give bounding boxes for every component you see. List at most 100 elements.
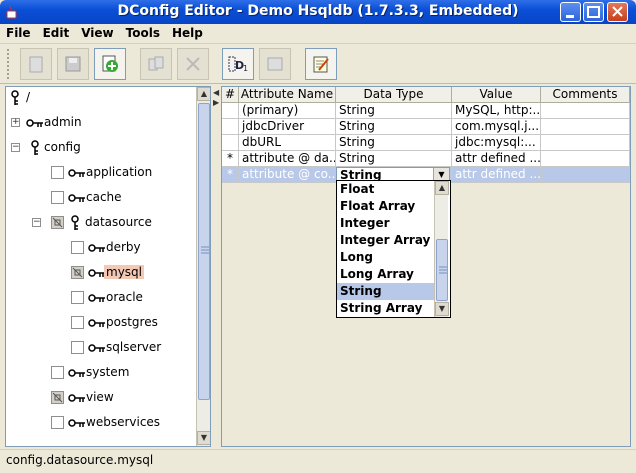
title-bar[interactable]: DConfig Editor - Demo Hsqldb (1.7.3.3, E…	[0, 0, 636, 24]
node-checkbox[interactable]	[51, 216, 64, 229]
key-horizontal-icon	[88, 319, 105, 327]
column-header[interactable]: Value	[452, 87, 541, 103]
tree-item-mysql[interactable]: mysql	[6, 262, 198, 284]
value-cell[interactable]: attr defined ...	[452, 151, 541, 167]
scroll-up-icon[interactable]: ▲	[197, 87, 210, 101]
save-button[interactable]	[57, 48, 89, 80]
scroll-down-icon[interactable]: ▼	[197, 431, 210, 445]
node-checkbox[interactable]	[71, 341, 84, 354]
node-checkbox[interactable]	[71, 316, 84, 329]
table-row[interactable]: * attribute @ da... String attr defined …	[222, 151, 630, 167]
table-row[interactable]: (primary) String MySQL, http:...	[222, 103, 630, 119]
value-cell[interactable]: MySQL, http:...	[452, 103, 541, 119]
tree-item-cache[interactable]: cache	[6, 187, 198, 209]
tree-item-datasource[interactable]: − datasource	[6, 212, 198, 234]
attribute-name-cell[interactable]: jdbcDriver	[239, 119, 336, 135]
tree-item-system[interactable]: system	[6, 362, 198, 384]
expand-icon[interactable]: +	[11, 118, 20, 127]
scroll-up-icon[interactable]: ▲	[435, 181, 449, 195]
dropdown-scrollbar[interactable]: ▲ ▼	[434, 181, 449, 317]
edit-note-button[interactable]	[305, 48, 337, 80]
d1-button[interactable]: D1	[222, 48, 254, 80]
node-checkbox[interactable]	[71, 291, 84, 304]
table-row[interactable]: dbURL String jdbc:mysql:...	[222, 135, 630, 151]
table-row[interactable]: jdbcDriver String com.mysql.j...	[222, 119, 630, 135]
dropdown-option[interactable]: Integer Array	[337, 232, 434, 249]
attribute-name-cell[interactable]: (primary)	[239, 103, 336, 119]
scroll-thumb[interactable]	[198, 103, 210, 400]
data-type-cell[interactable]: String	[336, 151, 452, 167]
comments-cell[interactable]	[541, 151, 630, 167]
toolbar-grip[interactable]	[6, 48, 10, 80]
node-checkbox[interactable]	[71, 241, 84, 254]
tree-root[interactable]: /	[6, 87, 198, 109]
expand-right-icon[interactable]: ▶	[213, 98, 219, 107]
comments-cell[interactable]	[541, 135, 630, 151]
tree-item-sqlserver[interactable]: sqlserver	[6, 337, 198, 359]
value-cell[interactable]: jdbc:mysql:...	[452, 135, 541, 151]
menu-view[interactable]: View	[75, 24, 119, 40]
menu-tools[interactable]: Tools	[120, 24, 166, 40]
comments-cell[interactable]	[541, 103, 630, 119]
column-header[interactable]: Comments	[541, 87, 630, 103]
new-button[interactable]	[20, 48, 52, 80]
menu-file[interactable]: File	[0, 24, 37, 40]
node-checkbox[interactable]	[51, 366, 64, 379]
minimize-button[interactable]	[560, 2, 581, 22]
attribute-name-cell[interactable]: attribute @ da...	[239, 151, 336, 167]
tree-item-config[interactable]: − config	[6, 137, 198, 159]
tree-item-application[interactable]: application	[6, 162, 198, 184]
tree-item-postgres[interactable]: postgres	[6, 312, 198, 334]
tree-item-webservices[interactable]: webservices	[6, 412, 198, 434]
scroll-thumb[interactable]	[436, 239, 448, 301]
tree-item-oracle[interactable]: oracle	[6, 287, 198, 309]
add-node-button[interactable]	[94, 48, 126, 80]
save-icon	[65, 56, 81, 72]
collapse-icon[interactable]: −	[32, 218, 41, 227]
column-header[interactable]: Attribute Name	[239, 87, 336, 103]
tree-item-admin[interactable]: + admin	[6, 112, 198, 134]
tree-item-derby[interactable]: derby	[6, 237, 198, 259]
attribute-name-cell[interactable]: dbURL	[239, 135, 336, 151]
tree-item-label: application	[86, 165, 153, 179]
tree-item-label: config	[44, 140, 81, 154]
comments-cell[interactable]	[541, 167, 630, 183]
node-checkbox[interactable]	[51, 391, 64, 404]
menu-help[interactable]: Help	[166, 24, 209, 40]
tree-scrollbar[interactable]: ▲ ▼	[196, 87, 210, 446]
rename-button[interactable]	[259, 48, 291, 80]
column-header[interactable]: #	[222, 87, 239, 103]
data-type-cell[interactable]: String	[336, 103, 452, 119]
value-cell[interactable]: attr defined ...	[452, 167, 541, 183]
split-divider[interactable]: ◀ ▶	[212, 86, 220, 447]
tree-panel[interactable]: / + admin − config application cache − d…	[5, 86, 211, 447]
dropdown-option[interactable]: String Array	[337, 300, 434, 317]
dropdown-option[interactable]: Integer	[337, 215, 434, 232]
node-checkbox[interactable]	[51, 416, 64, 429]
attribute-name-cell[interactable]: attribute @ co...	[239, 167, 336, 183]
close-button[interactable]	[607, 2, 628, 22]
comments-cell[interactable]	[541, 119, 630, 135]
maximize-button[interactable]	[583, 2, 604, 22]
node-checkbox[interactable]	[51, 166, 64, 179]
dropdown-option-selected[interactable]: String	[337, 283, 434, 300]
data-type-cell[interactable]: String	[336, 119, 452, 135]
node-checkbox[interactable]	[51, 191, 64, 204]
node-checkbox[interactable]	[71, 266, 84, 279]
scroll-down-icon[interactable]: ▼	[435, 302, 449, 316]
menu-edit[interactable]: Edit	[37, 24, 76, 40]
dropdown-option[interactable]: Long	[337, 249, 434, 266]
dropdown-option[interactable]: Long Array	[337, 266, 434, 283]
data-type-cell[interactable]: String	[336, 135, 452, 151]
data-type-dropdown-list[interactable]: Float Float Array Integer Integer Array …	[336, 180, 451, 318]
dropdown-option[interactable]: Float	[337, 181, 434, 198]
key-horizontal-icon	[68, 369, 85, 377]
tree-item-view[interactable]: view	[6, 387, 198, 409]
copy-button[interactable]	[140, 48, 172, 80]
column-header[interactable]: Data Type	[336, 87, 452, 103]
delete-button[interactable]	[177, 48, 209, 80]
collapse-icon[interactable]: −	[11, 143, 20, 152]
value-cell[interactable]: com.mysql.j...	[452, 119, 541, 135]
collapse-left-icon[interactable]: ◀	[213, 88, 219, 97]
dropdown-option[interactable]: Float Array	[337, 198, 434, 215]
